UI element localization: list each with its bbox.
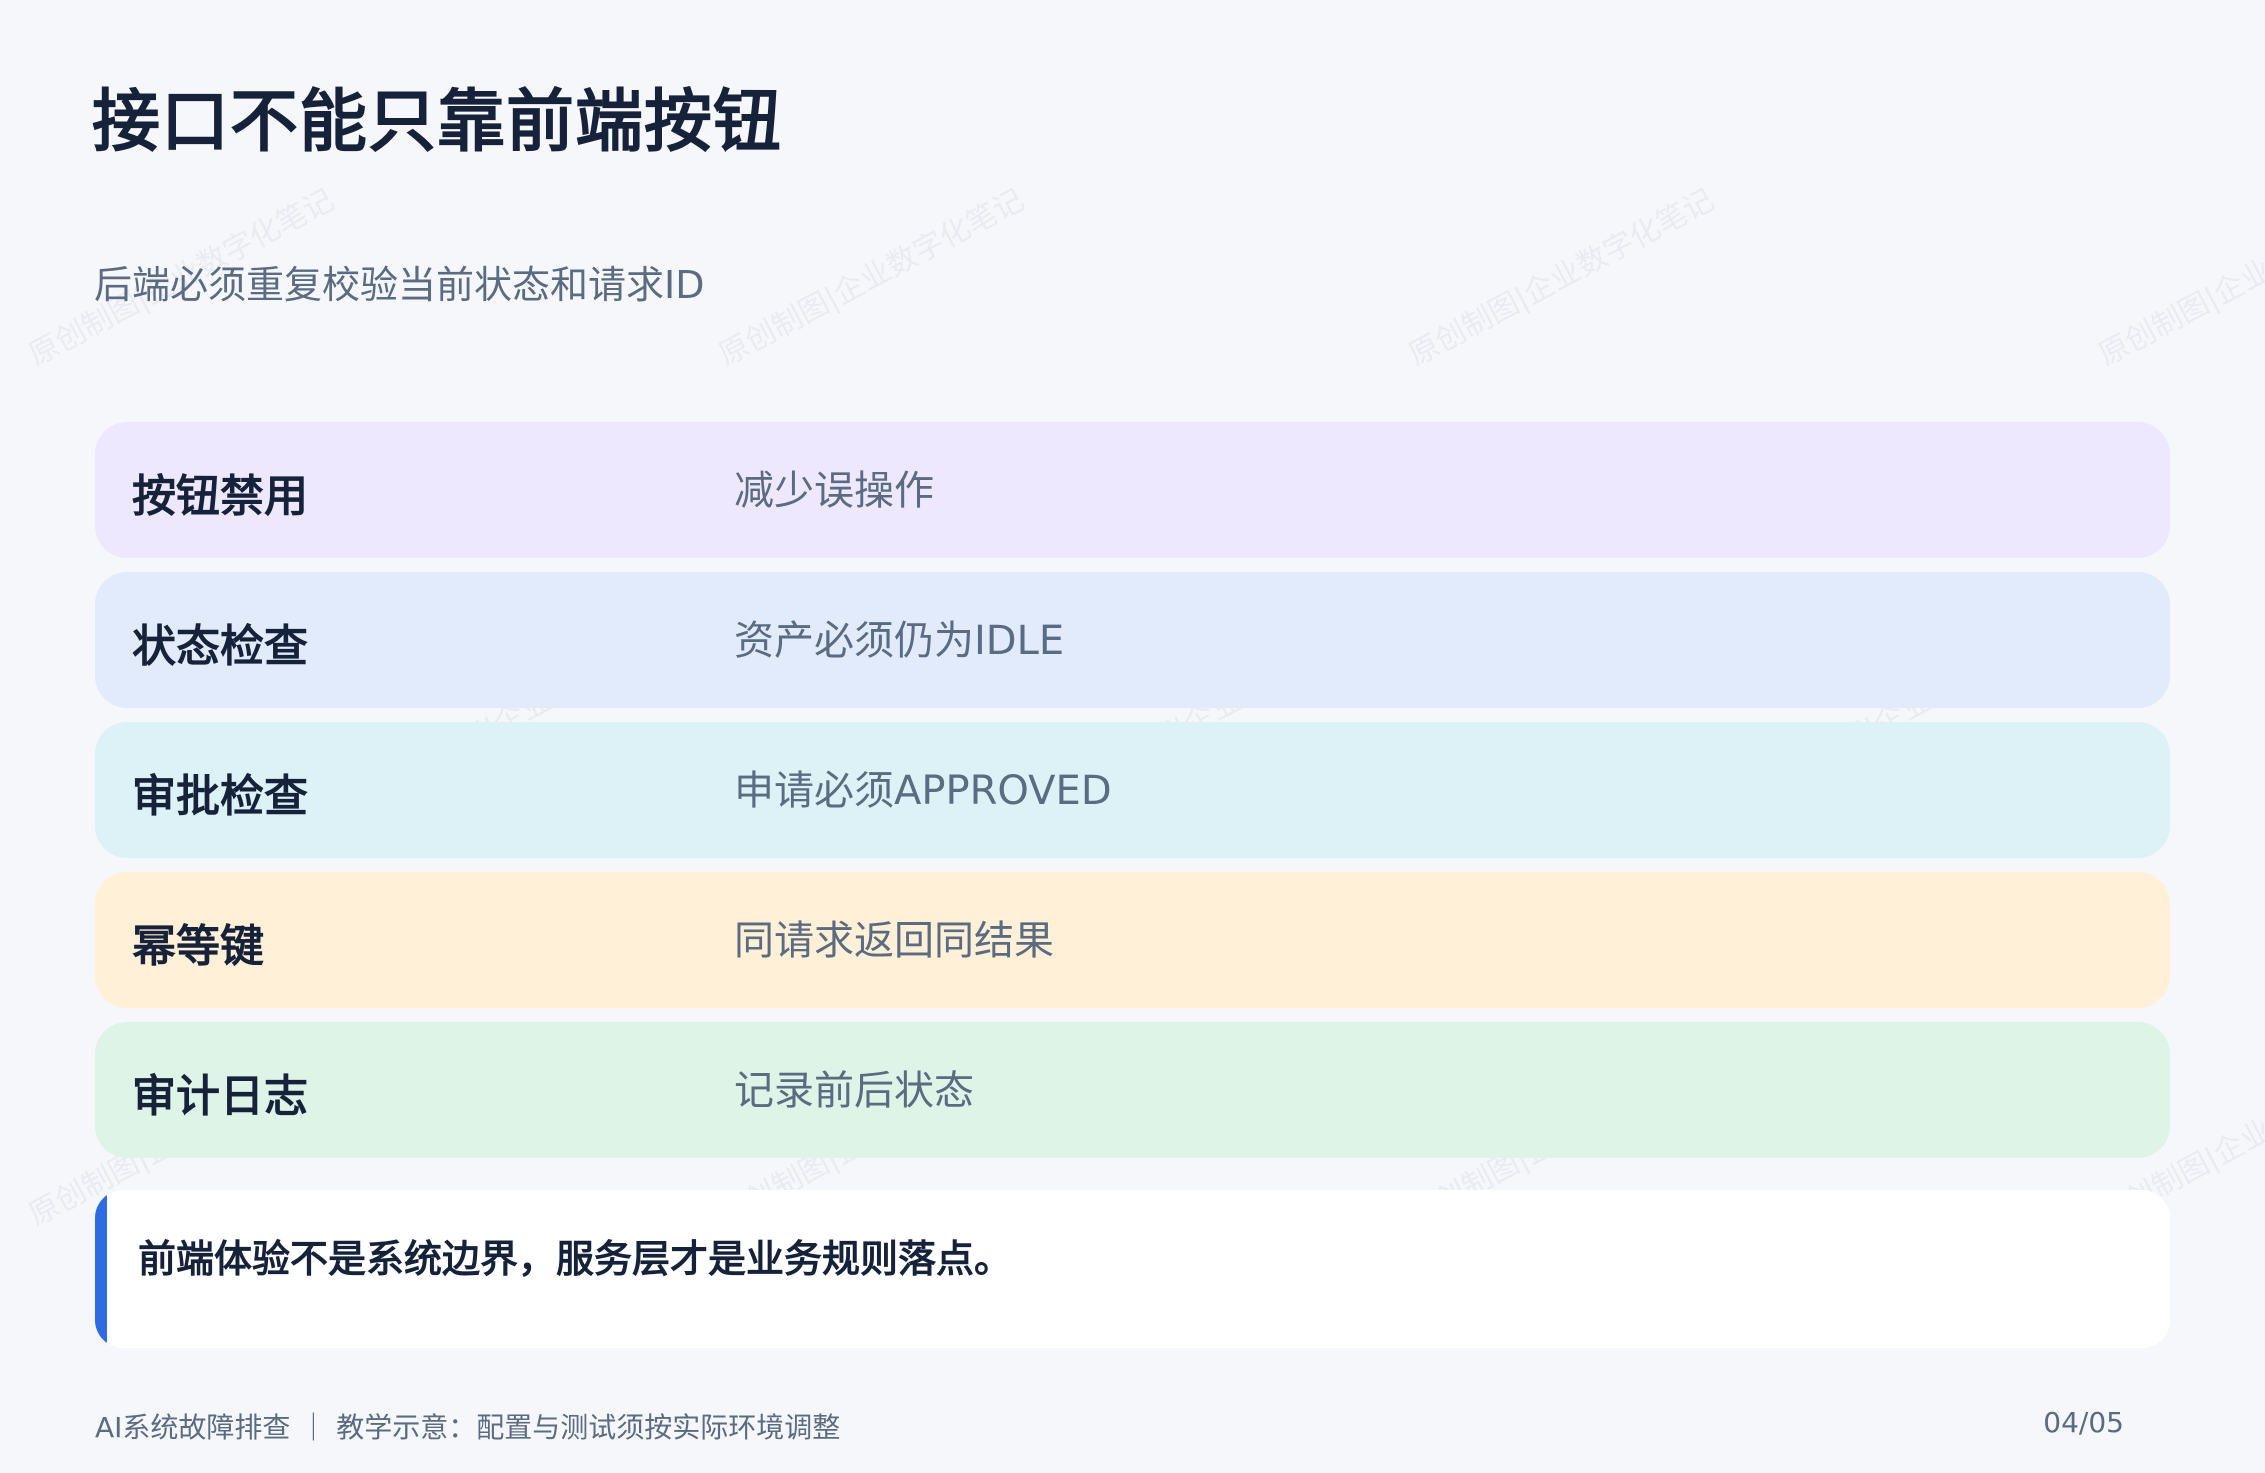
check-row-audit-log: 审计日志 记录前后状态 [95, 1022, 2170, 1158]
row-description: 记录前后状态 [734, 1068, 974, 1114]
callout-accent-bar [95, 1190, 107, 1348]
key-takeaway-callout: 前端体验不是系统边界，服务层才是业务规则落点。 [95, 1190, 2170, 1348]
page-number: 04/05 [2043, 1406, 2124, 1439]
row-label: 审计日志 [132, 1071, 308, 1122]
check-list: 按钮禁用 减少误操作 状态检查 资产必须仍为IDLE 审批检查 申请必须APPR… [95, 422, 2170, 1172]
row-label: 按钮禁用 [132, 471, 308, 522]
check-row-idempotency-key: 幂等键 同请求返回同结果 [95, 872, 2170, 1008]
row-label: 幂等键 [132, 921, 264, 972]
footer-caption: AI系统故障排查 ｜ 教学示意：配置与测试须按实际环境调整 [95, 1411, 841, 1444]
row-description: 同请求返回同结果 [734, 918, 1054, 964]
row-label: 状态检查 [132, 621, 308, 672]
callout-text: 前端体验不是系统边界，服务层才是业务规则落点。 [138, 1237, 1013, 1281]
row-label: 审批检查 [132, 771, 308, 822]
check-row-approval-check: 审批检查 申请必须APPROVED [95, 722, 2170, 858]
check-row-button-disable: 按钮禁用 减少误操作 [95, 422, 2170, 558]
check-row-state-check: 状态检查 资产必须仍为IDLE [95, 572, 2170, 708]
row-description: 申请必须APPROVED [734, 768, 1112, 814]
row-description: 减少误操作 [734, 468, 934, 514]
page-subtitle: 后端必须重复校验当前状态和请求ID [94, 263, 705, 307]
watermark-text: 原创制图|企业数字化笔记 [1403, 182, 1720, 374]
watermark-text: 原创制图|企业数字化笔记 [2093, 182, 2265, 374]
row-description: 资产必须仍为IDLE [734, 618, 1065, 664]
watermark-text: 原创制图|企业数字化笔记 [713, 182, 1030, 374]
page-title: 接口不能只靠前端按钮 [92, 83, 783, 162]
